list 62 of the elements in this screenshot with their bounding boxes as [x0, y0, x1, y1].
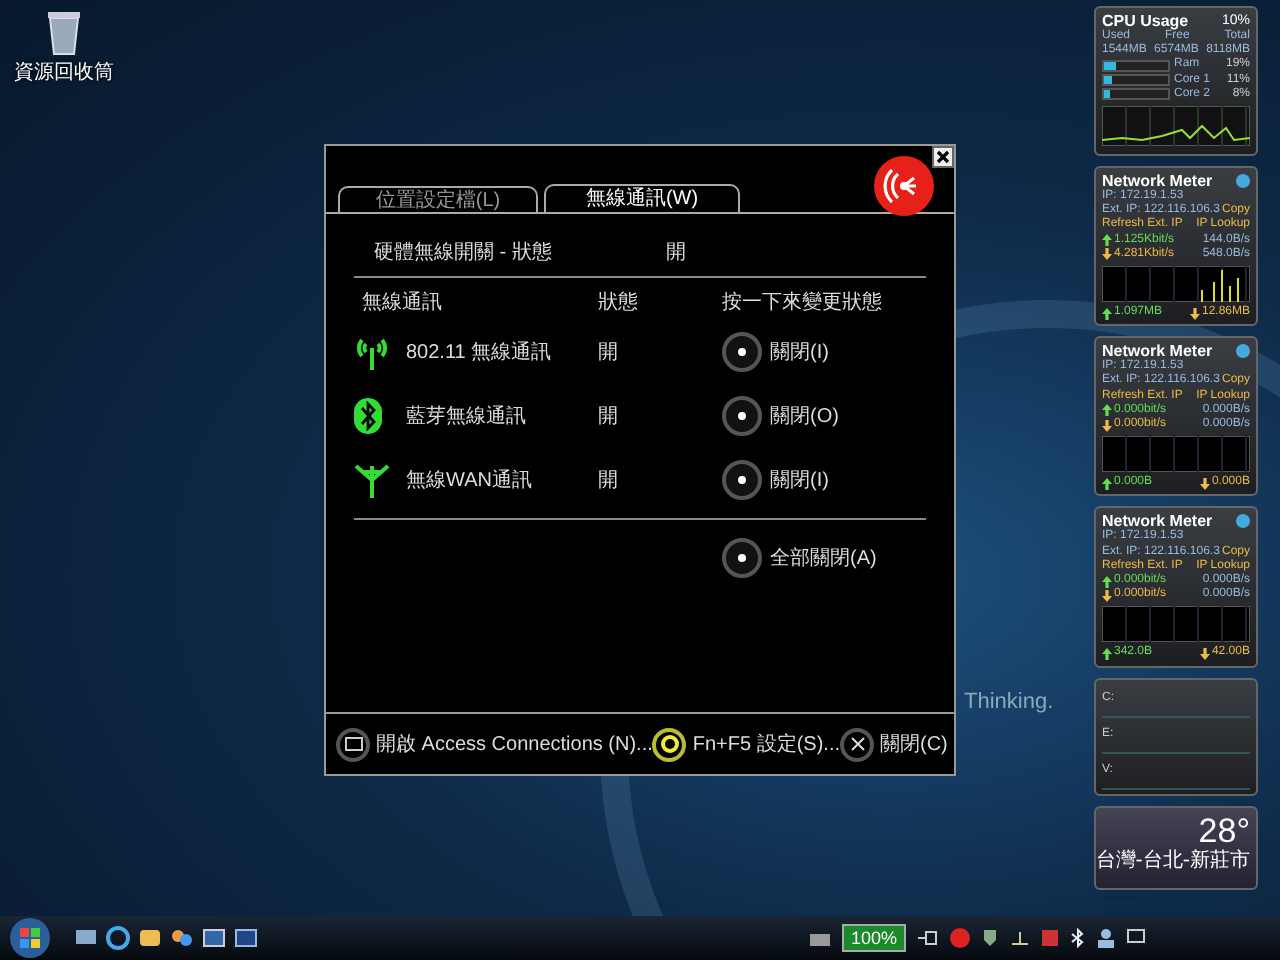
column-header: 無線通訊 — [360, 289, 444, 316]
column-header: 狀態 — [598, 289, 640, 316]
turn-all-off-button[interactable]: 全部關閉(A) — [722, 538, 877, 578]
footer-button[interactable]: Fn+F5 設定(S)... — [652, 727, 840, 761]
circle-icon[interactable] — [950, 928, 970, 948]
up-arrow-icon — [1102, 575, 1112, 588]
bluetooth-icon — [354, 398, 382, 434]
up-arrow-icon — [1102, 307, 1112, 320]
switch-label: 硬體無線開關 - 狀態 — [374, 239, 554, 266]
gadget-title: Network Meter — [1102, 342, 1213, 361]
plug-icon[interactable] — [916, 928, 940, 948]
gadget-title: Network Meter — [1102, 172, 1213, 191]
monitor-icon[interactable] — [1126, 928, 1146, 948]
turn-off-button[interactable]: 關閉(I) — [722, 460, 829, 500]
footer-button[interactable]: 開啟 Access Connections (N)... — [336, 727, 653, 761]
people-icon[interactable] — [170, 926, 194, 950]
window-icon[interactable] — [234, 926, 258, 950]
gadget-title: CPU Usage — [1102, 12, 1189, 30]
temperature: 28° — [1198, 811, 1250, 850]
down-arrow-icon — [1102, 419, 1112, 432]
desktop-icon-label[interactable]: 資源回收筒 — [14, 58, 114, 86]
bluetooth-icon[interactable] — [1070, 928, 1086, 948]
up-arrow-icon — [1102, 404, 1112, 417]
radio-name: 802.11 無線通訊 — [406, 339, 554, 366]
antenna-icon — [354, 462, 390, 498]
up-arrow-icon — [1102, 648, 1112, 661]
mail-icon[interactable] — [138, 926, 162, 950]
up-arrow-icon — [1102, 477, 1112, 490]
down-arrow-icon — [1199, 648, 1210, 661]
monitor-icon — [336, 727, 370, 761]
footer-button[interactable]: 關閉(C) — [840, 727, 948, 761]
radio-status: 開 — [598, 340, 620, 366]
tab[interactable]: 無線通訊(W) — [544, 184, 740, 212]
close-icon[interactable] — [932, 146, 954, 168]
wireless-signal-icon — [874, 156, 934, 216]
weather-location: 台灣-台北-新莊市 — [1095, 849, 1250, 874]
wallpaper-slogan: Thinking. — [964, 690, 1054, 714]
down-arrow-icon — [1199, 477, 1210, 490]
tab[interactable]: 位置設定檔(L) — [338, 186, 538, 212]
turn-off-button[interactable]: 關閉(O) — [722, 396, 839, 436]
window-icon[interactable] — [202, 926, 226, 950]
user-icon[interactable] — [1096, 928, 1116, 948]
start-button-icon[interactable] — [10, 918, 50, 958]
gadget-title: Network Meter — [1102, 512, 1213, 531]
recycle-bin-icon[interactable] — [44, 8, 84, 56]
turn-off-button[interactable]: 關閉(I) — [722, 332, 829, 372]
close-icon — [840, 727, 874, 761]
ring-icon — [652, 727, 687, 761]
radio-name: 無線WAN通訊 — [406, 467, 534, 494]
down-arrow-icon — [1102, 589, 1112, 602]
shield-icon[interactable] — [980, 928, 1000, 948]
column-header: 按一下來變更狀態 — [722, 289, 884, 316]
browser-icon[interactable] — [106, 926, 130, 950]
switch-status: 開 — [666, 240, 686, 266]
radio-name: 藍芽無線通訊 — [406, 403, 528, 430]
radio-status: 開 — [598, 404, 620, 430]
up-arrow-icon — [1102, 234, 1112, 247]
down-arrow-icon — [1189, 307, 1200, 320]
radio-status: 開 — [598, 468, 620, 494]
down-arrow-icon — [1102, 248, 1112, 261]
antenna-icon — [354, 334, 390, 370]
battery-gauge[interactable]: 100% — [842, 924, 906, 952]
